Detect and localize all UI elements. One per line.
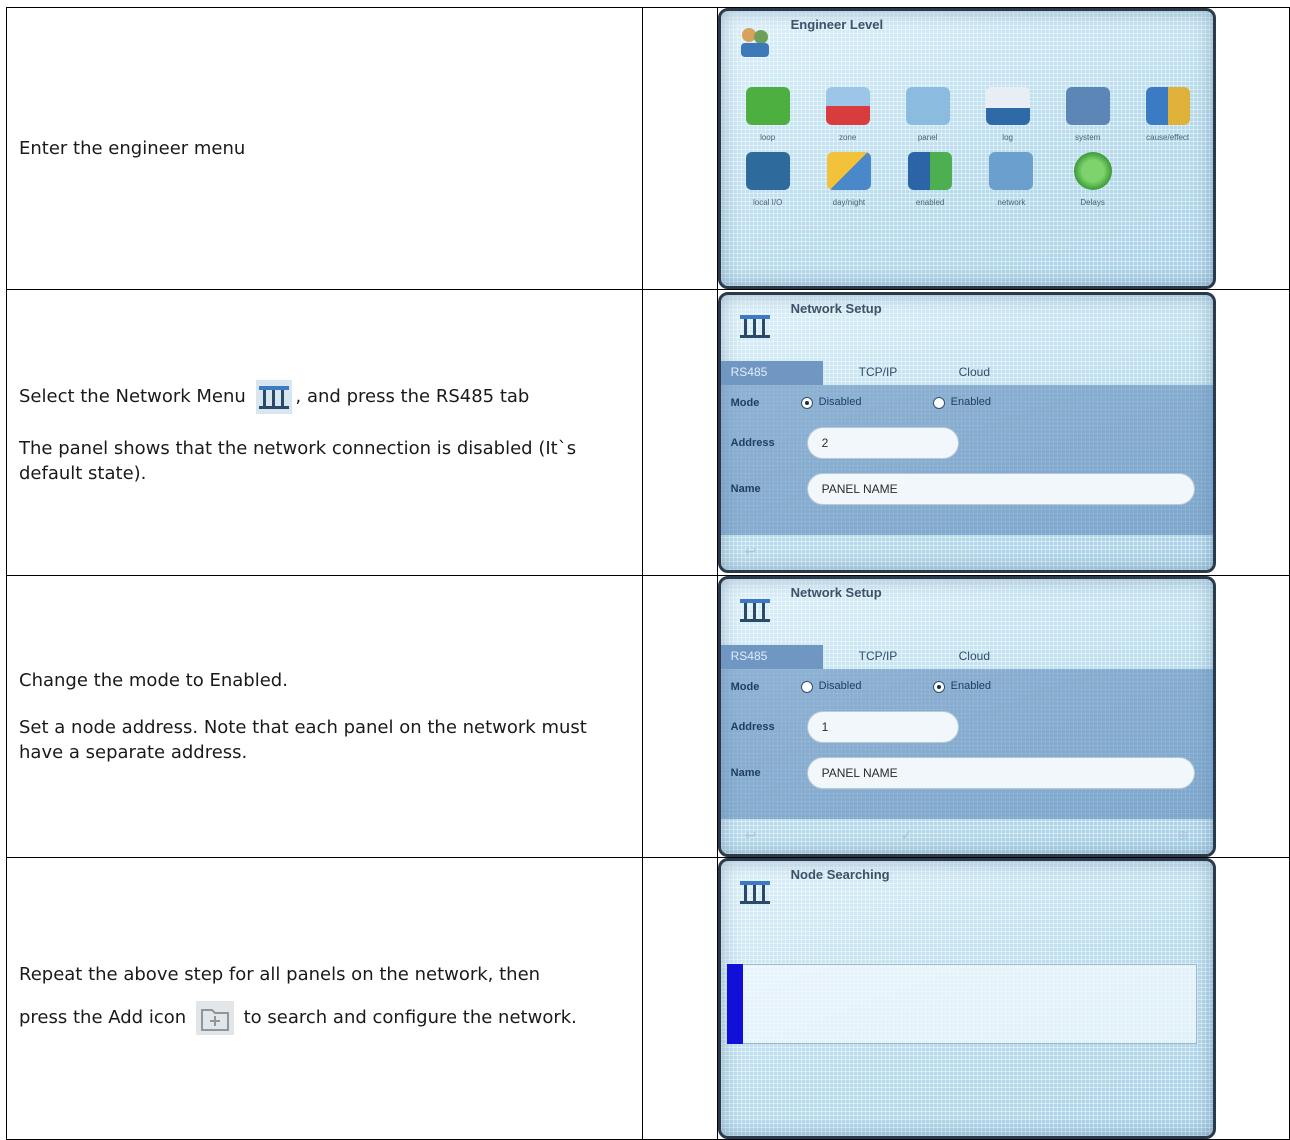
- tab-tcpip[interactable]: TCP/IP: [859, 649, 898, 663]
- network-icon: [255, 379, 292, 414]
- step-row-2: Select the Network Menu , and press the …: [5, 289, 1290, 576]
- add-icon[interactable]: ⊕: [1177, 828, 1189, 844]
- panel-icon: [905, 87, 950, 125]
- cause-effect-icon: [1145, 87, 1190, 125]
- zone-icon: [825, 87, 870, 125]
- tab-cloud[interactable]: Cloud: [959, 365, 990, 379]
- engineer-level-screen: Engineer Level loop zone panel log syste…: [717, 8, 1216, 289]
- mode-label: Mode: [730, 681, 760, 693]
- step-paragraph: Set a node address. Note that each panel…: [19, 717, 587, 763]
- step-paragraph: Select the Network Menu , and press the …: [19, 379, 632, 414]
- step-paragraph: Change the mode to Enabled.: [19, 670, 288, 691]
- address-field[interactable]: 2: [806, 427, 959, 459]
- radio-disabled-label: Disabled: [818, 396, 862, 408]
- step-paragraph: Repeat the above step for all panels on …: [19, 964, 541, 985]
- step-2-screenshot: Network Setup RS485 TCP/IP Cloud Mode Di…: [716, 289, 1216, 576]
- step-paragraph: press the Add icon to search and configu…: [19, 1001, 632, 1035]
- address-label: Address: [730, 721, 775, 733]
- screen-title: Node Searching: [790, 867, 890, 882]
- address-field[interactable]: 1: [806, 711, 959, 743]
- tab-rs485[interactable]: RS485: [720, 361, 823, 385]
- network-icon: [739, 315, 770, 338]
- menu-item-system[interactable]: system: [1053, 87, 1123, 142]
- network-icon: [739, 599, 770, 622]
- step-1-screenshot: Engineer Level loop zone panel log syste…: [716, 7, 1216, 290]
- step-4-screenshot: Node Searching: [716, 857, 1216, 1140]
- menu-item-delays[interactable]: Delays: [1058, 152, 1128, 207]
- delays-icon: [1073, 152, 1112, 190]
- name-field[interactable]: PANEL NAME: [806, 473, 1195, 505]
- instruction-table: Enter the engineer menu Engineer Level l: [5, 7, 1290, 1140]
- menu-item-cause-effect[interactable]: cause/effect: [1133, 87, 1203, 142]
- radio-enabled[interactable]: [932, 681, 945, 693]
- radio-enabled[interactable]: [932, 397, 945, 409]
- local-io-icon: [745, 152, 790, 190]
- address-label: Address: [730, 437, 775, 449]
- name-field[interactable]: PANEL NAME: [806, 757, 1195, 789]
- day-night-icon: [826, 152, 871, 190]
- search-progress-bar: [726, 964, 743, 1044]
- step-row-4: Repeat the above step for all panels on …: [5, 857, 1290, 1140]
- back-icon[interactable]: ↩: [745, 828, 757, 844]
- menu-item-local-io[interactable]: local I/O: [733, 152, 803, 207]
- add-folder-icon: [195, 1001, 234, 1035]
- node-searching-screen: Node Searching: [717, 858, 1216, 1139]
- step-3-screenshot: Network Setup RS485 TCP/IP Cloud Mode Di…: [716, 575, 1216, 858]
- screen-title: Engineer Level: [790, 17, 884, 32]
- engineer-menu-grid: loop zone panel log system cause/effect …: [733, 87, 1203, 217]
- engineer-icon: [740, 28, 769, 57]
- menu-item-network[interactable]: network: [976, 152, 1046, 207]
- menu-item-loop[interactable]: loop: [733, 87, 803, 142]
- step-3-text: Change the mode to Enabled. Set a node a…: [5, 575, 644, 858]
- enabled-icon: [908, 152, 953, 190]
- radio-disabled[interactable]: [800, 681, 813, 693]
- step-1-text: Enter the engineer menu: [5, 7, 644, 290]
- step-4-text: Repeat the above step for all panels on …: [5, 857, 644, 1140]
- step-row-1: Enter the engineer menu Engineer Level l: [5, 7, 1290, 290]
- menu-item-enabled[interactable]: enabled: [895, 152, 965, 207]
- back-icon[interactable]: ↩: [745, 544, 757, 560]
- tab-cloud[interactable]: Cloud: [959, 649, 990, 663]
- step-paragraph: Enter the engineer menu: [19, 138, 246, 159]
- name-label: Name: [730, 483, 761, 495]
- network-icon: [989, 152, 1034, 190]
- step-paragraph: The panel shows that the network connect…: [19, 437, 577, 484]
- radio-disabled[interactable]: [800, 397, 813, 409]
- tab-bar: RS485 TCP/IP Cloud: [720, 361, 1213, 385]
- menu-item-zone[interactable]: zone: [813, 87, 883, 142]
- radio-enabled-label: Enabled: [950, 680, 992, 692]
- log-icon: [985, 87, 1030, 125]
- mode-label: Mode: [730, 397, 760, 409]
- screen-title: Network Setup: [790, 301, 882, 316]
- menu-item-day-night[interactable]: day/night: [814, 152, 884, 207]
- system-icon: [1065, 87, 1110, 125]
- menu-item-panel[interactable]: panel: [893, 87, 963, 142]
- screen-title: Network Setup: [790, 585, 882, 600]
- menu-item-log[interactable]: log: [973, 87, 1043, 142]
- radio-enabled-label: Enabled: [950, 396, 992, 408]
- tab-rs485[interactable]: RS485: [720, 645, 823, 669]
- radio-disabled-label: Disabled: [818, 680, 862, 692]
- confirm-icon[interactable]: ✓: [901, 828, 913, 844]
- name-label: Name: [730, 767, 761, 779]
- tab-bar: RS485 TCP/IP Cloud: [720, 645, 1213, 669]
- search-results-area: [726, 964, 1197, 1044]
- network-icon: [739, 881, 770, 904]
- loop-icon: [745, 87, 790, 125]
- network-setup-screen: Network Setup RS485 TCP/IP Cloud Mode Di…: [717, 292, 1216, 573]
- step-2-text: Select the Network Menu , and press the …: [5, 289, 644, 576]
- step-row-3: Change the mode to Enabled. Set a node a…: [5, 575, 1290, 858]
- network-setup-screen: Network Setup RS485 TCP/IP Cloud Mode Di…: [717, 576, 1216, 857]
- tab-tcpip[interactable]: TCP/IP: [859, 365, 898, 379]
